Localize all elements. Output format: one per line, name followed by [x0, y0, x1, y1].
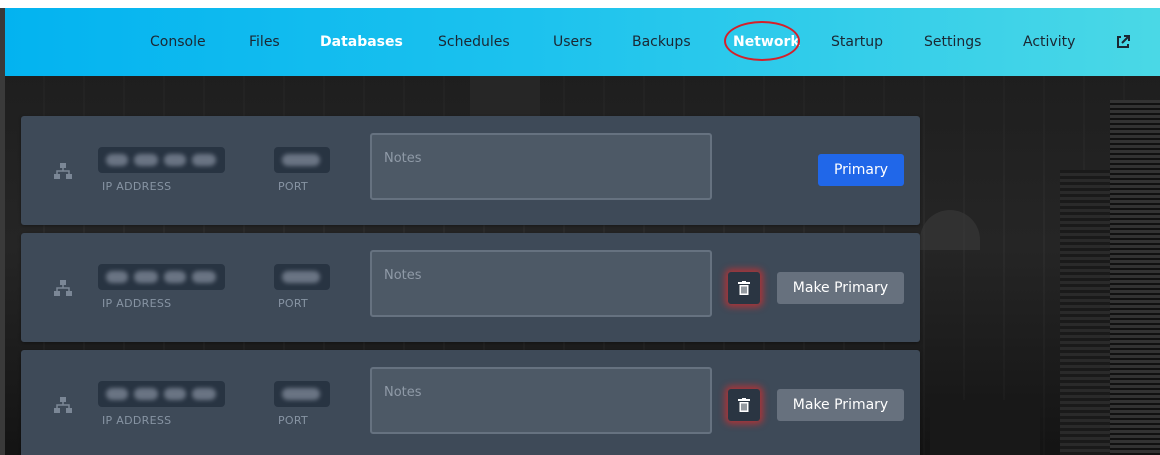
nav-databases[interactable]: Databases — [320, 8, 403, 76]
notes-input[interactable]: Notes — [370, 133, 712, 200]
ip-address-label: IP ADDRESS — [102, 180, 172, 193]
nav-users[interactable]: Users — [553, 8, 592, 76]
port-value-redacted — [274, 381, 330, 407]
notes-input[interactable]: Notes — [370, 250, 712, 317]
ip-address-value-redacted — [98, 147, 225, 173]
primary-button[interactable]: Primary — [818, 154, 904, 186]
allocation-card: IP ADDRESS PORT Notes Primary — [21, 116, 920, 225]
nav-backups[interactable]: Backups — [632, 8, 691, 76]
ip-address-value-redacted — [98, 381, 225, 407]
external-link-icon[interactable] — [1115, 34, 1131, 50]
port-label: PORT — [278, 180, 309, 193]
nav-activity[interactable]: Activity — [1023, 8, 1075, 76]
network-icon — [54, 280, 72, 296]
nav-startup[interactable]: Startup — [831, 8, 883, 76]
port-label: PORT — [278, 297, 309, 310]
trash-icon — [738, 398, 750, 412]
make-primary-button[interactable]: Make Primary — [777, 272, 904, 304]
delete-allocation-button[interactable] — [728, 389, 760, 421]
ip-address-label: IP ADDRESS — [102, 297, 172, 310]
window-top-border — [0, 0, 1160, 8]
ip-address-value-redacted — [98, 264, 225, 290]
notes-input[interactable]: Notes — [370, 367, 712, 434]
network-icon — [54, 397, 72, 413]
port-label: PORT — [278, 414, 309, 427]
allocation-card: IP ADDRESS PORT Notes Make Primary — [21, 233, 920, 342]
network-highlight-ring — [724, 21, 800, 61]
top-navbar: Console Files Databases Schedules Users … — [5, 8, 1160, 76]
nav-settings[interactable]: Settings — [924, 8, 981, 76]
background-building — [930, 400, 1040, 455]
nav-console[interactable]: Console — [150, 8, 206, 76]
port-value-redacted — [274, 147, 330, 173]
nav-schedules[interactable]: Schedules — [438, 8, 510, 76]
delete-allocation-button[interactable] — [728, 272, 760, 304]
make-primary-button[interactable]: Make Primary — [777, 389, 904, 421]
network-icon — [54, 163, 72, 179]
port-value-redacted — [274, 264, 330, 290]
trash-icon — [738, 281, 750, 295]
nav-files[interactable]: Files — [249, 8, 280, 76]
allocation-card: IP ADDRESS PORT Notes Make Primary — [21, 350, 920, 455]
background-building — [1110, 100, 1160, 455]
ip-address-label: IP ADDRESS — [102, 414, 172, 427]
